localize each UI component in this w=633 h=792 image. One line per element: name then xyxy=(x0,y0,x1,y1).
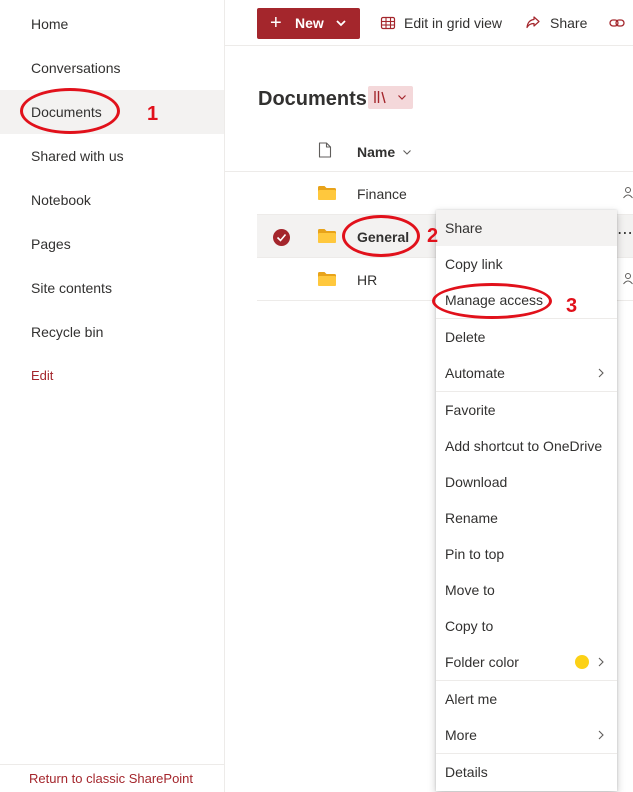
nav-edit-link[interactable]: Edit xyxy=(0,354,224,398)
nav-item-shared-with-us[interactable]: Shared with us xyxy=(0,134,224,178)
edit-in-grid-view-button[interactable]: Edit in grid view xyxy=(380,13,510,33)
menu-item-favorite[interactable]: Favorite xyxy=(436,392,617,428)
grid-icon xyxy=(380,16,396,30)
nav-item-recycle-bin[interactable]: Recycle bin xyxy=(0,310,224,354)
menu-item-folder-color[interactable]: Folder color xyxy=(436,644,617,680)
command-bar: + New Edit in grid view Share xyxy=(225,0,633,46)
chevron-down-icon xyxy=(398,95,406,100)
menu-item-label: Automate xyxy=(445,365,505,381)
nav-item-notebook[interactable]: Notebook xyxy=(0,178,224,222)
nav-item-site-contents[interactable]: Site contents xyxy=(0,266,224,310)
chevron-down-icon[interactable] xyxy=(402,147,412,157)
column-header-row: Name xyxy=(225,130,633,172)
return-to-classic-link[interactable]: Return to classic SharePoint xyxy=(0,764,224,792)
selected-check-icon[interactable] xyxy=(273,229,290,246)
menu-item-label: Folder color xyxy=(445,654,519,670)
share-icon xyxy=(526,16,540,29)
annotation-step-1: 1 xyxy=(147,103,159,125)
row-name[interactable]: Finance xyxy=(357,185,407,203)
shared-people-icon xyxy=(623,187,633,199)
view-options-button[interactable] xyxy=(368,86,413,109)
name-column-header[interactable]: Name xyxy=(357,143,395,161)
share-button[interactable]: Share xyxy=(525,13,589,33)
row-name[interactable]: HR xyxy=(357,271,377,289)
folder-icon xyxy=(318,272,336,286)
folder-icon xyxy=(318,186,336,200)
nav-item-conversations[interactable]: Conversations xyxy=(0,46,224,90)
menu-item-download[interactable]: Download xyxy=(436,464,617,500)
annotation-ellipse-manage-access xyxy=(432,283,552,319)
annotation-step-2: 2 xyxy=(427,225,439,247)
chevron-right-icon xyxy=(598,657,604,667)
shared-people-icon xyxy=(623,273,633,285)
new-button-label: New xyxy=(295,15,324,31)
menu-item-details[interactable]: Details xyxy=(436,754,617,790)
annotation-step-3: 3 xyxy=(566,295,578,317)
menu-item-share[interactable]: Share xyxy=(436,210,617,246)
menu-item-rename[interactable]: Rename xyxy=(436,500,617,536)
menu-item-copy-link[interactable]: Copy link xyxy=(436,246,617,282)
new-button[interactable]: + New xyxy=(257,8,360,39)
plus-icon: + xyxy=(270,12,282,34)
menu-item-automate[interactable]: Automate xyxy=(436,355,617,391)
menu-item-pin-to-top[interactable]: Pin to top xyxy=(436,536,617,572)
page-title: Documents xyxy=(258,88,367,110)
menu-item-alert-me[interactable]: Alert me xyxy=(436,681,617,717)
chevron-down-icon xyxy=(336,20,346,27)
link-icon xyxy=(609,19,625,27)
menu-item-more[interactable]: More xyxy=(436,717,617,753)
copy-link-button[interactable] xyxy=(609,13,629,33)
annotation-ellipse-documents xyxy=(20,88,120,134)
share-button-label: Share xyxy=(550,15,588,31)
chevron-right-icon xyxy=(598,730,604,740)
menu-item-copy-to[interactable]: Copy to xyxy=(436,608,617,644)
list-row-finance[interactable]: Finance xyxy=(257,172,633,215)
library-view-icon xyxy=(374,91,386,104)
more-actions-icon[interactable]: ⋯ xyxy=(617,226,633,242)
menu-item-move-to[interactable]: Move to xyxy=(436,572,617,608)
nav-item-home[interactable]: Home xyxy=(0,2,224,46)
edit-in-grid-view-label: Edit in grid view xyxy=(404,15,503,31)
menu-item-add-shortcut[interactable]: Add shortcut to OneDrive xyxy=(436,428,617,464)
chevron-right-icon xyxy=(598,368,604,378)
folder-icon xyxy=(318,229,336,243)
annotation-ellipse-general xyxy=(342,215,420,257)
menu-item-delete[interactable]: Delete xyxy=(436,319,617,355)
nav-item-pages[interactable]: Pages xyxy=(0,222,224,266)
file-type-icon[interactable] xyxy=(318,142,332,158)
menu-item-label: More xyxy=(445,727,477,743)
folder-color-swatch xyxy=(575,655,589,669)
